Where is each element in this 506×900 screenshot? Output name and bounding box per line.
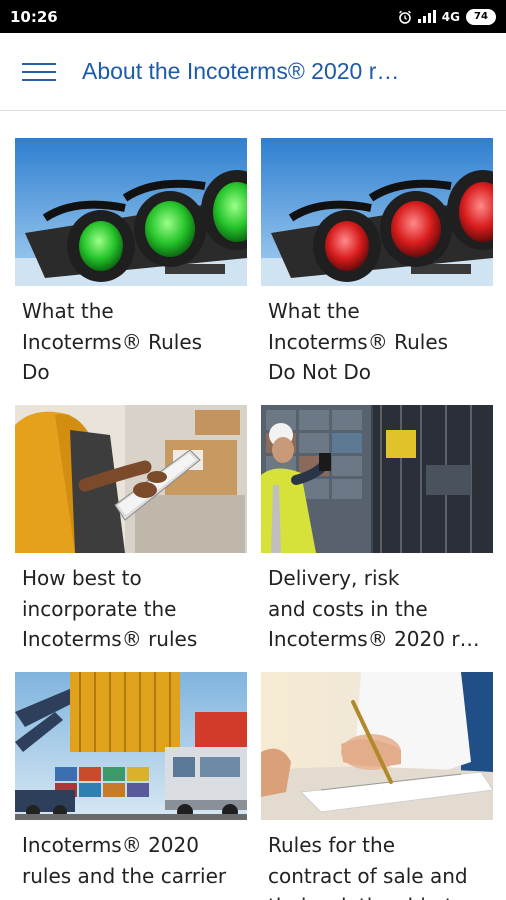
- green-traffic-lights-image: [15, 138, 247, 286]
- page-title: About the Incoterms® 2020 r…: [82, 58, 400, 84]
- article-card-contract-of-sale[interactable]: Rules for the contract of sale and their…: [261, 672, 493, 900]
- article-card-title: Delivery, risk and costs in the Incoterm…: [268, 566, 480, 651]
- container-crane-and-truck-image: [15, 672, 247, 820]
- status-bar: 10:26 4G 74: [0, 0, 506, 33]
- alarm-icon: [398, 10, 411, 24]
- hamburger-menu-icon[interactable]: [22, 57, 64, 87]
- article-card-what-rules-do[interactable]: What the Incoterms® Rules Do: [15, 138, 247, 385]
- article-grid: What the Incoterms® Rules Do What the In…: [15, 138, 493, 900]
- worker-at-container-port-image: [261, 405, 493, 553]
- hand-signing-document-image: [261, 672, 493, 820]
- article-card-what-rules-do-not-do[interactable]: What the Incoterms® Rules Do Not Do: [261, 138, 493, 385]
- battery-icon: 74: [466, 8, 496, 25]
- app-bar: About the Incoterms® 2020 r…: [0, 33, 506, 111]
- status-icons: 4G 74: [398, 8, 496, 25]
- person-with-tablet-image: [15, 405, 247, 553]
- signal-icon: [417, 10, 436, 23]
- article-card-incorporate-rules[interactable]: How best to incorporate the Incoterms® r…: [15, 405, 247, 652]
- article-card-delivery-risk-costs[interactable]: Delivery, risk and costs in the Incoterm…: [261, 405, 493, 652]
- article-card-title: How best to incorporate the Incoterms® r…: [22, 566, 198, 651]
- network-type: 4G: [441, 9, 460, 24]
- article-card-title: Rules for the contract of sale and their…: [268, 833, 473, 900]
- article-card-title: Incoterms® 2020 rules and the carrier: [22, 833, 227, 888]
- article-card-title: What the Incoterms® Rules Do: [22, 299, 203, 384]
- red-traffic-lights-image: [261, 138, 493, 286]
- article-card-rules-and-carrier[interactable]: Incoterms® 2020 rules and the carrier: [15, 672, 247, 900]
- article-card-title: What the Incoterms® Rules Do Not Do: [268, 299, 449, 384]
- status-time: 10:26: [10, 7, 58, 26]
